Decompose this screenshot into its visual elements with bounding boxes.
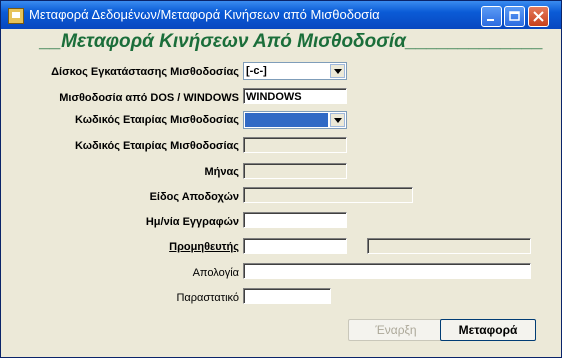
title-bar[interactable]: Μεταφορά Δεδομένων/Μεταφορά Κινήσεων από… xyxy=(1,1,561,29)
month-label: Μήνας xyxy=(204,166,239,178)
minimize-button[interactable] xyxy=(481,6,502,27)
company-code-value xyxy=(245,113,328,127)
maximize-icon xyxy=(509,11,520,21)
window-title: Μεταφορά Δεδομένων/Μεταφορά Κινήσεων από… xyxy=(29,7,380,22)
close-button[interactable] xyxy=(528,6,549,27)
supplier-code-input[interactable] xyxy=(243,238,347,254)
earnings-type-label: Είδος Αποδοχών xyxy=(149,191,239,203)
company-code2-input xyxy=(243,137,347,153)
reason-input[interactable] xyxy=(243,263,531,279)
transfer-button[interactable]: Μεταφορά xyxy=(440,319,536,341)
entry-date-input[interactable] xyxy=(243,212,347,228)
disk-label: Δίσκος Εγκατάστασης Μισθοδοσίας xyxy=(51,66,239,78)
start-button[interactable]: Έναρξη xyxy=(348,319,444,341)
page-title: __Μεταφορά Κινήσεων Από Μισθοδοσία______… xyxy=(40,31,544,52)
platform-input[interactable]: WINDOWS xyxy=(243,88,347,104)
entry-date-label: Ημ/νία Εγγραφών xyxy=(145,216,239,228)
chevron-down-icon[interactable] xyxy=(330,113,345,127)
maximize-button[interactable] xyxy=(504,6,525,27)
month-input xyxy=(243,163,347,179)
earnings-type-input xyxy=(243,187,413,203)
reason-label: Απολογία xyxy=(192,267,239,279)
supplier-name-input xyxy=(367,238,531,254)
disk-value: [-c-] xyxy=(246,65,267,77)
main-window: Μεταφορά Δεδομένων/Μεταφορά Κινήσεων από… xyxy=(0,0,562,358)
platform-label: Μισθοδοσία από DOS / WINDOWS xyxy=(59,92,239,104)
document-input[interactable] xyxy=(243,288,331,304)
chevron-down-icon[interactable] xyxy=(330,64,345,78)
app-icon xyxy=(8,8,24,24)
supplier-label[interactable]: Προμηθευτής xyxy=(169,241,239,253)
disk-select[interactable]: [-c-] xyxy=(243,62,347,80)
document-label: Παραστατικό xyxy=(176,292,239,304)
transfer-form: __Μεταφορά Κινήσεων Από Μισθοδοσία______… xyxy=(5,29,557,353)
minimize-icon xyxy=(487,19,494,21)
company-code-select[interactable] xyxy=(243,111,347,129)
company-code-label: Κωδικός Εταιρίας Μισθοδοσίας xyxy=(75,114,239,126)
company-code2-label: Κωδικός Εταιρίας Μισθοδοσίας xyxy=(75,140,239,152)
close-icon xyxy=(533,11,544,22)
